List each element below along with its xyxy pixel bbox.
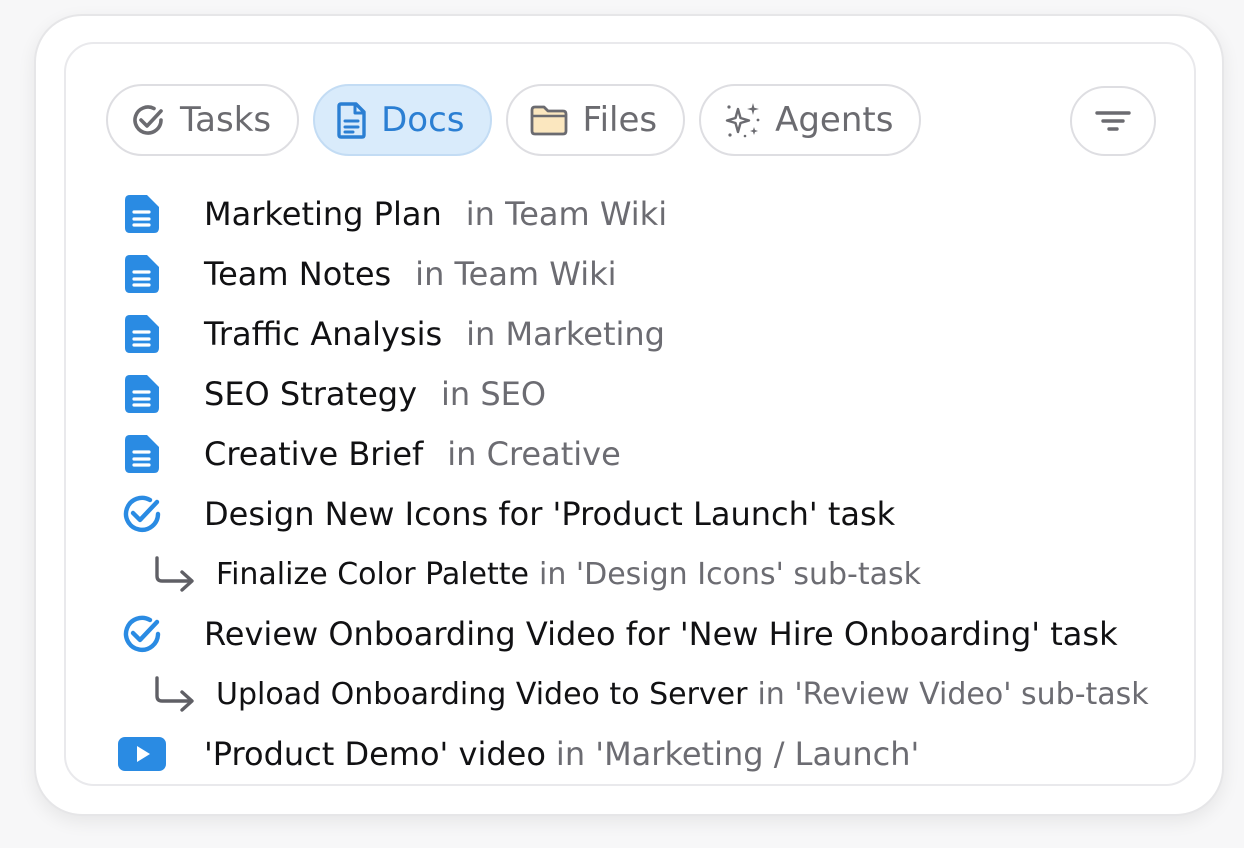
result-location: in 'Marketing / Launch': [555, 735, 920, 773]
doc-icon: [116, 308, 168, 360]
result-title: Team Notes: [204, 255, 392, 293]
tab-docs[interactable]: Docs: [313, 84, 493, 156]
video-icon: [116, 728, 168, 780]
tab-tasks[interactable]: Tasks: [106, 84, 300, 156]
check-circle-icon: [133, 105, 163, 135]
list-item[interactable]: Finalize Color Palette in 'Design Icons'…: [116, 544, 1186, 604]
list-item[interactable]: Marketing Plan in Team Wiki: [116, 184, 1186, 244]
result-title: Traffic Analysis: [204, 315, 443, 353]
tab-label: Agents: [775, 100, 894, 140]
result-title: Upload Onboarding Video to Server: [216, 676, 748, 712]
list-item[interactable]: Traffic Analysis in Marketing: [116, 304, 1186, 364]
result-title: Review Onboarding Video for 'New Hire On…: [204, 615, 1118, 653]
subtask-arrow-icon: [146, 668, 202, 720]
filter-tabs: Tasks Docs Files Agents: [106, 84, 922, 156]
result-title: Design New Icons for 'Product Launch' ta…: [204, 495, 896, 533]
result-location: in Team Wiki: [465, 195, 668, 233]
tab-label: Tasks: [180, 100, 272, 140]
list-item[interactable]: Review Onboarding Video for 'New Hire On…: [116, 604, 1186, 664]
document-icon: [337, 102, 366, 139]
result-location: in Marketing: [466, 315, 665, 353]
folder-icon: [531, 105, 568, 136]
doc-icon: [116, 368, 168, 420]
tab-files[interactable]: Files: [506, 84, 686, 156]
task-check-icon: [116, 608, 168, 660]
result-location: in 'Review Video' sub-task: [757, 676, 1149, 712]
sparkles-icon: [725, 103, 760, 138]
list-item[interactable]: Design New Icons for 'Product Launch' ta…: [116, 484, 1186, 544]
result-title: Marketing Plan: [204, 195, 442, 233]
result-location: in 'Design Icons' sub-task: [538, 556, 922, 592]
tab-label: Files: [582, 100, 658, 140]
list-item[interactable]: Creative Brief in Creative: [116, 424, 1186, 484]
result-location: in SEO: [441, 375, 547, 413]
task-check-icon: [116, 488, 168, 540]
list-item[interactable]: Team Notes in Team Wiki: [116, 244, 1186, 304]
result-title: Creative Brief: [204, 435, 424, 473]
result-title: 'Product Demo' video: [204, 735, 546, 773]
result-location: in Team Wiki: [415, 255, 617, 293]
tab-label: Docs: [381, 100, 465, 140]
list-item[interactable]: 'Product Demo' video in 'Marketing / Lau…: [116, 724, 1186, 784]
result-title: SEO Strategy: [204, 375, 417, 413]
search-results-list: Marketing Plan in Team Wiki Team Notes i…: [116, 184, 1186, 784]
subtask-arrow-icon: [146, 548, 202, 600]
doc-icon: [116, 188, 168, 240]
doc-icon: [116, 248, 168, 300]
result-title: Finalize Color Palette: [216, 556, 529, 592]
tab-agents[interactable]: Agents: [699, 84, 922, 156]
result-location: in Creative: [447, 435, 621, 473]
filter-icon: [1095, 111, 1131, 131]
doc-icon: [116, 428, 168, 480]
filter-button[interactable]: [1070, 86, 1156, 156]
list-item[interactable]: Upload Onboarding Video to Server in 'Re…: [116, 664, 1186, 724]
list-item[interactable]: SEO Strategy in SEO: [116, 364, 1186, 424]
